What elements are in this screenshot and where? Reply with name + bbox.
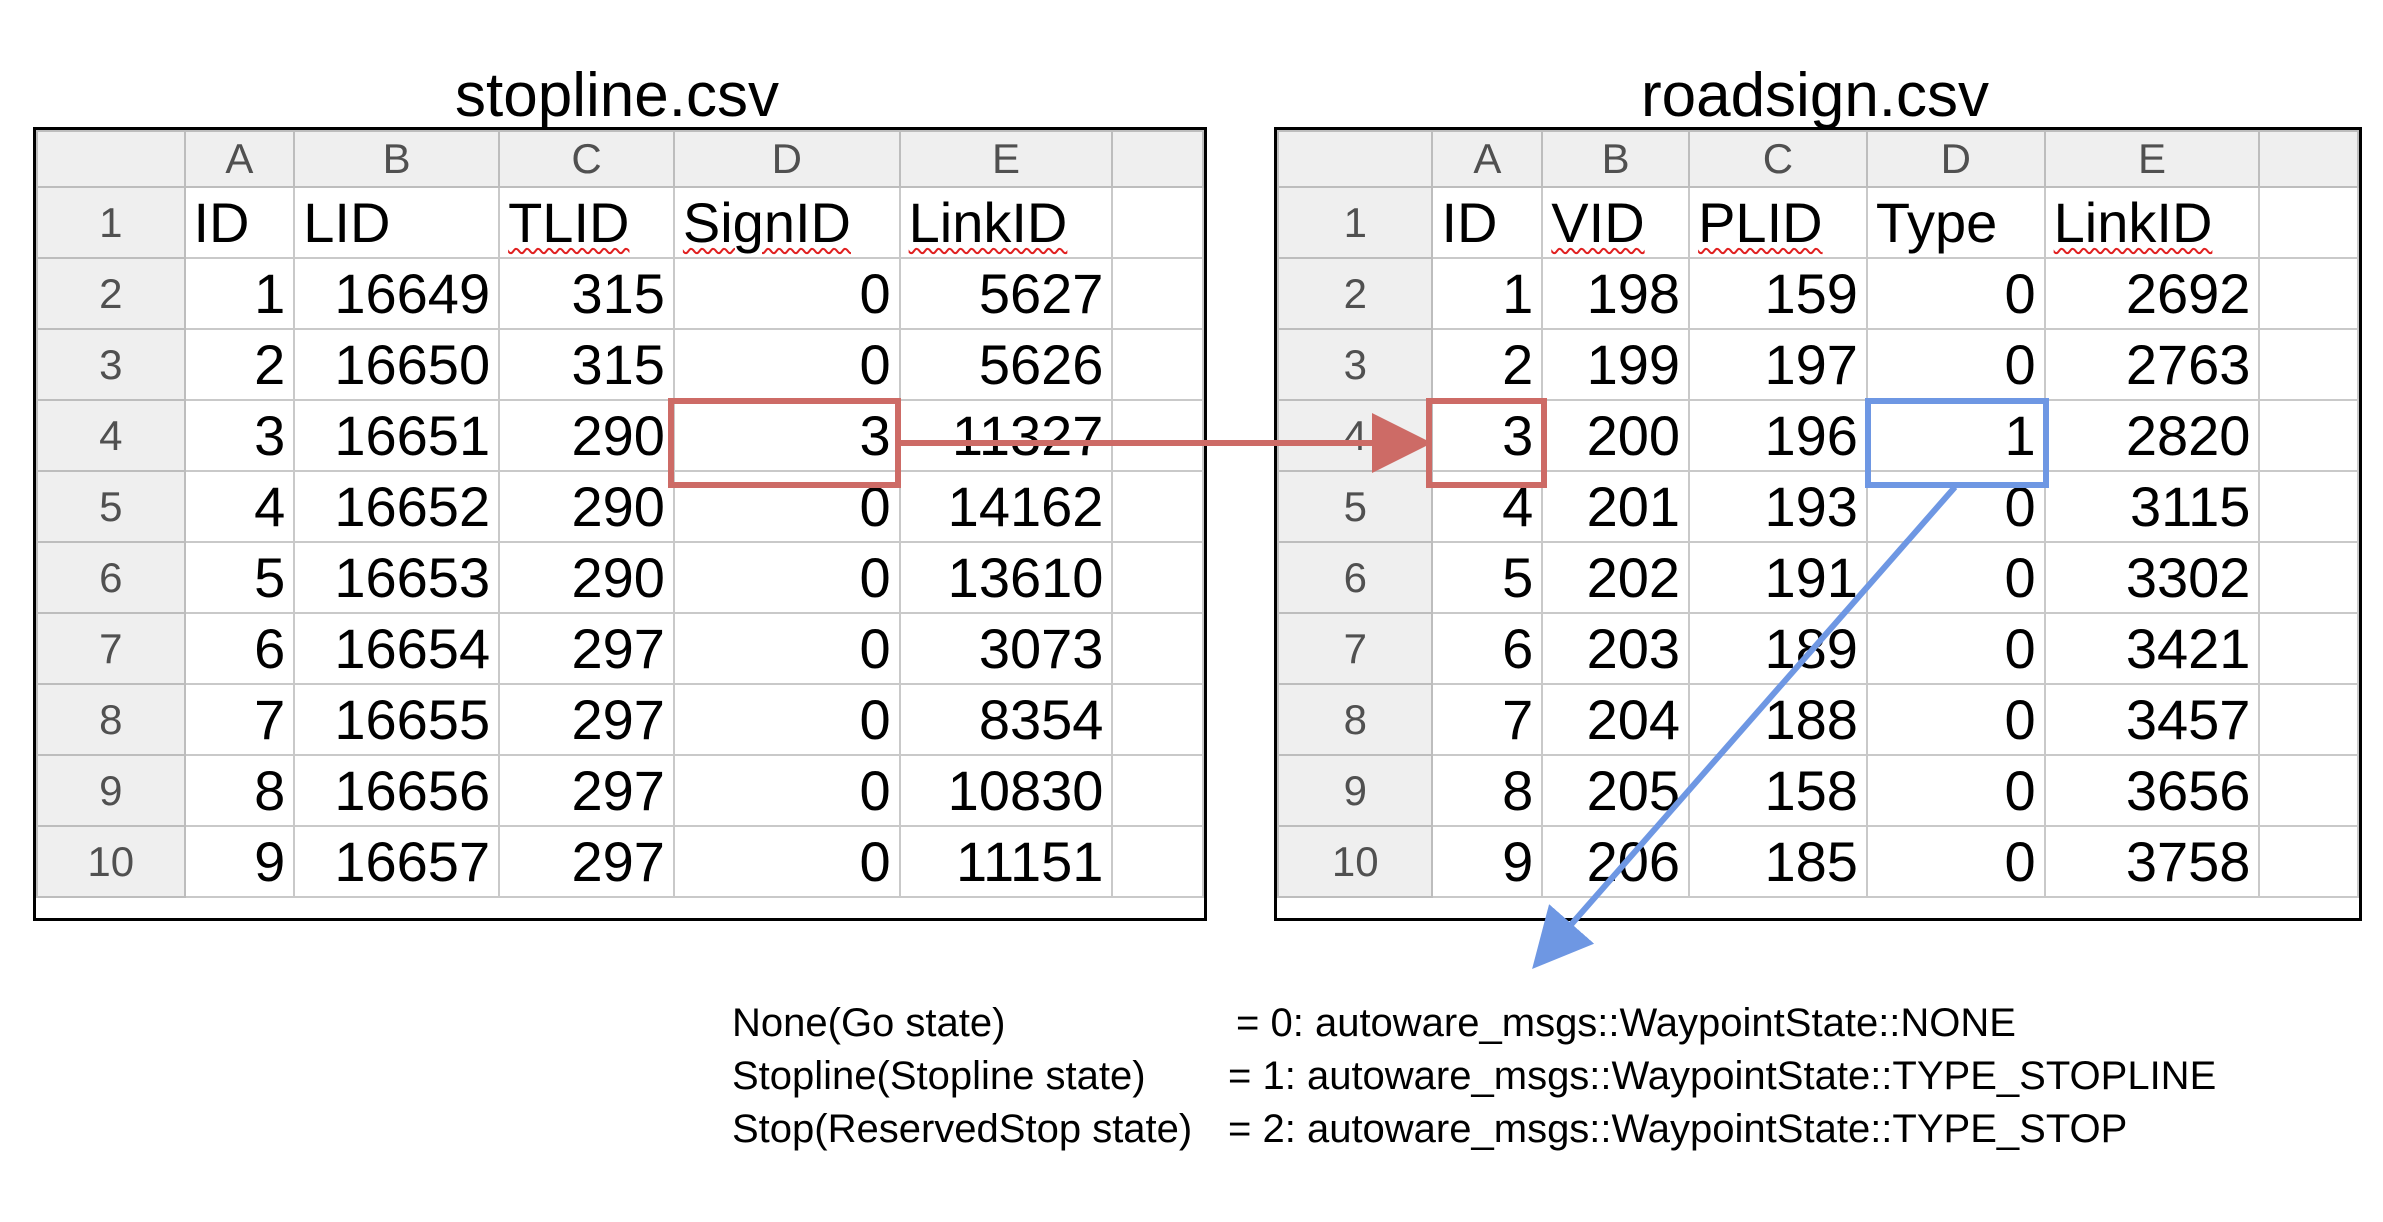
- roadsign-id-highlight-box: [1426, 398, 1547, 488]
- annotation-overlay: [668, 398, 2049, 970]
- legend-name: None(Go state): [732, 1001, 1006, 1045]
- legend-value: = 0: autoware_msgs::WaypointState::NONE: [1236, 1001, 2016, 1045]
- legend-value: = 1: autoware_msgs::WaypointState::TYPE_…: [1228, 1054, 2217, 1098]
- blue-legend-arrow: [1532, 485, 1958, 970]
- signid-highlight-box: [668, 398, 901, 488]
- legend-name: Stopline(Stopline state): [732, 1054, 1146, 1098]
- legend-value: = 2: autoware_msgs::WaypointState::TYPE_…: [1228, 1107, 2128, 1151]
- type-highlight-box: [1865, 398, 2049, 488]
- legend-name: Stop(ReservedStop state): [732, 1107, 1193, 1151]
